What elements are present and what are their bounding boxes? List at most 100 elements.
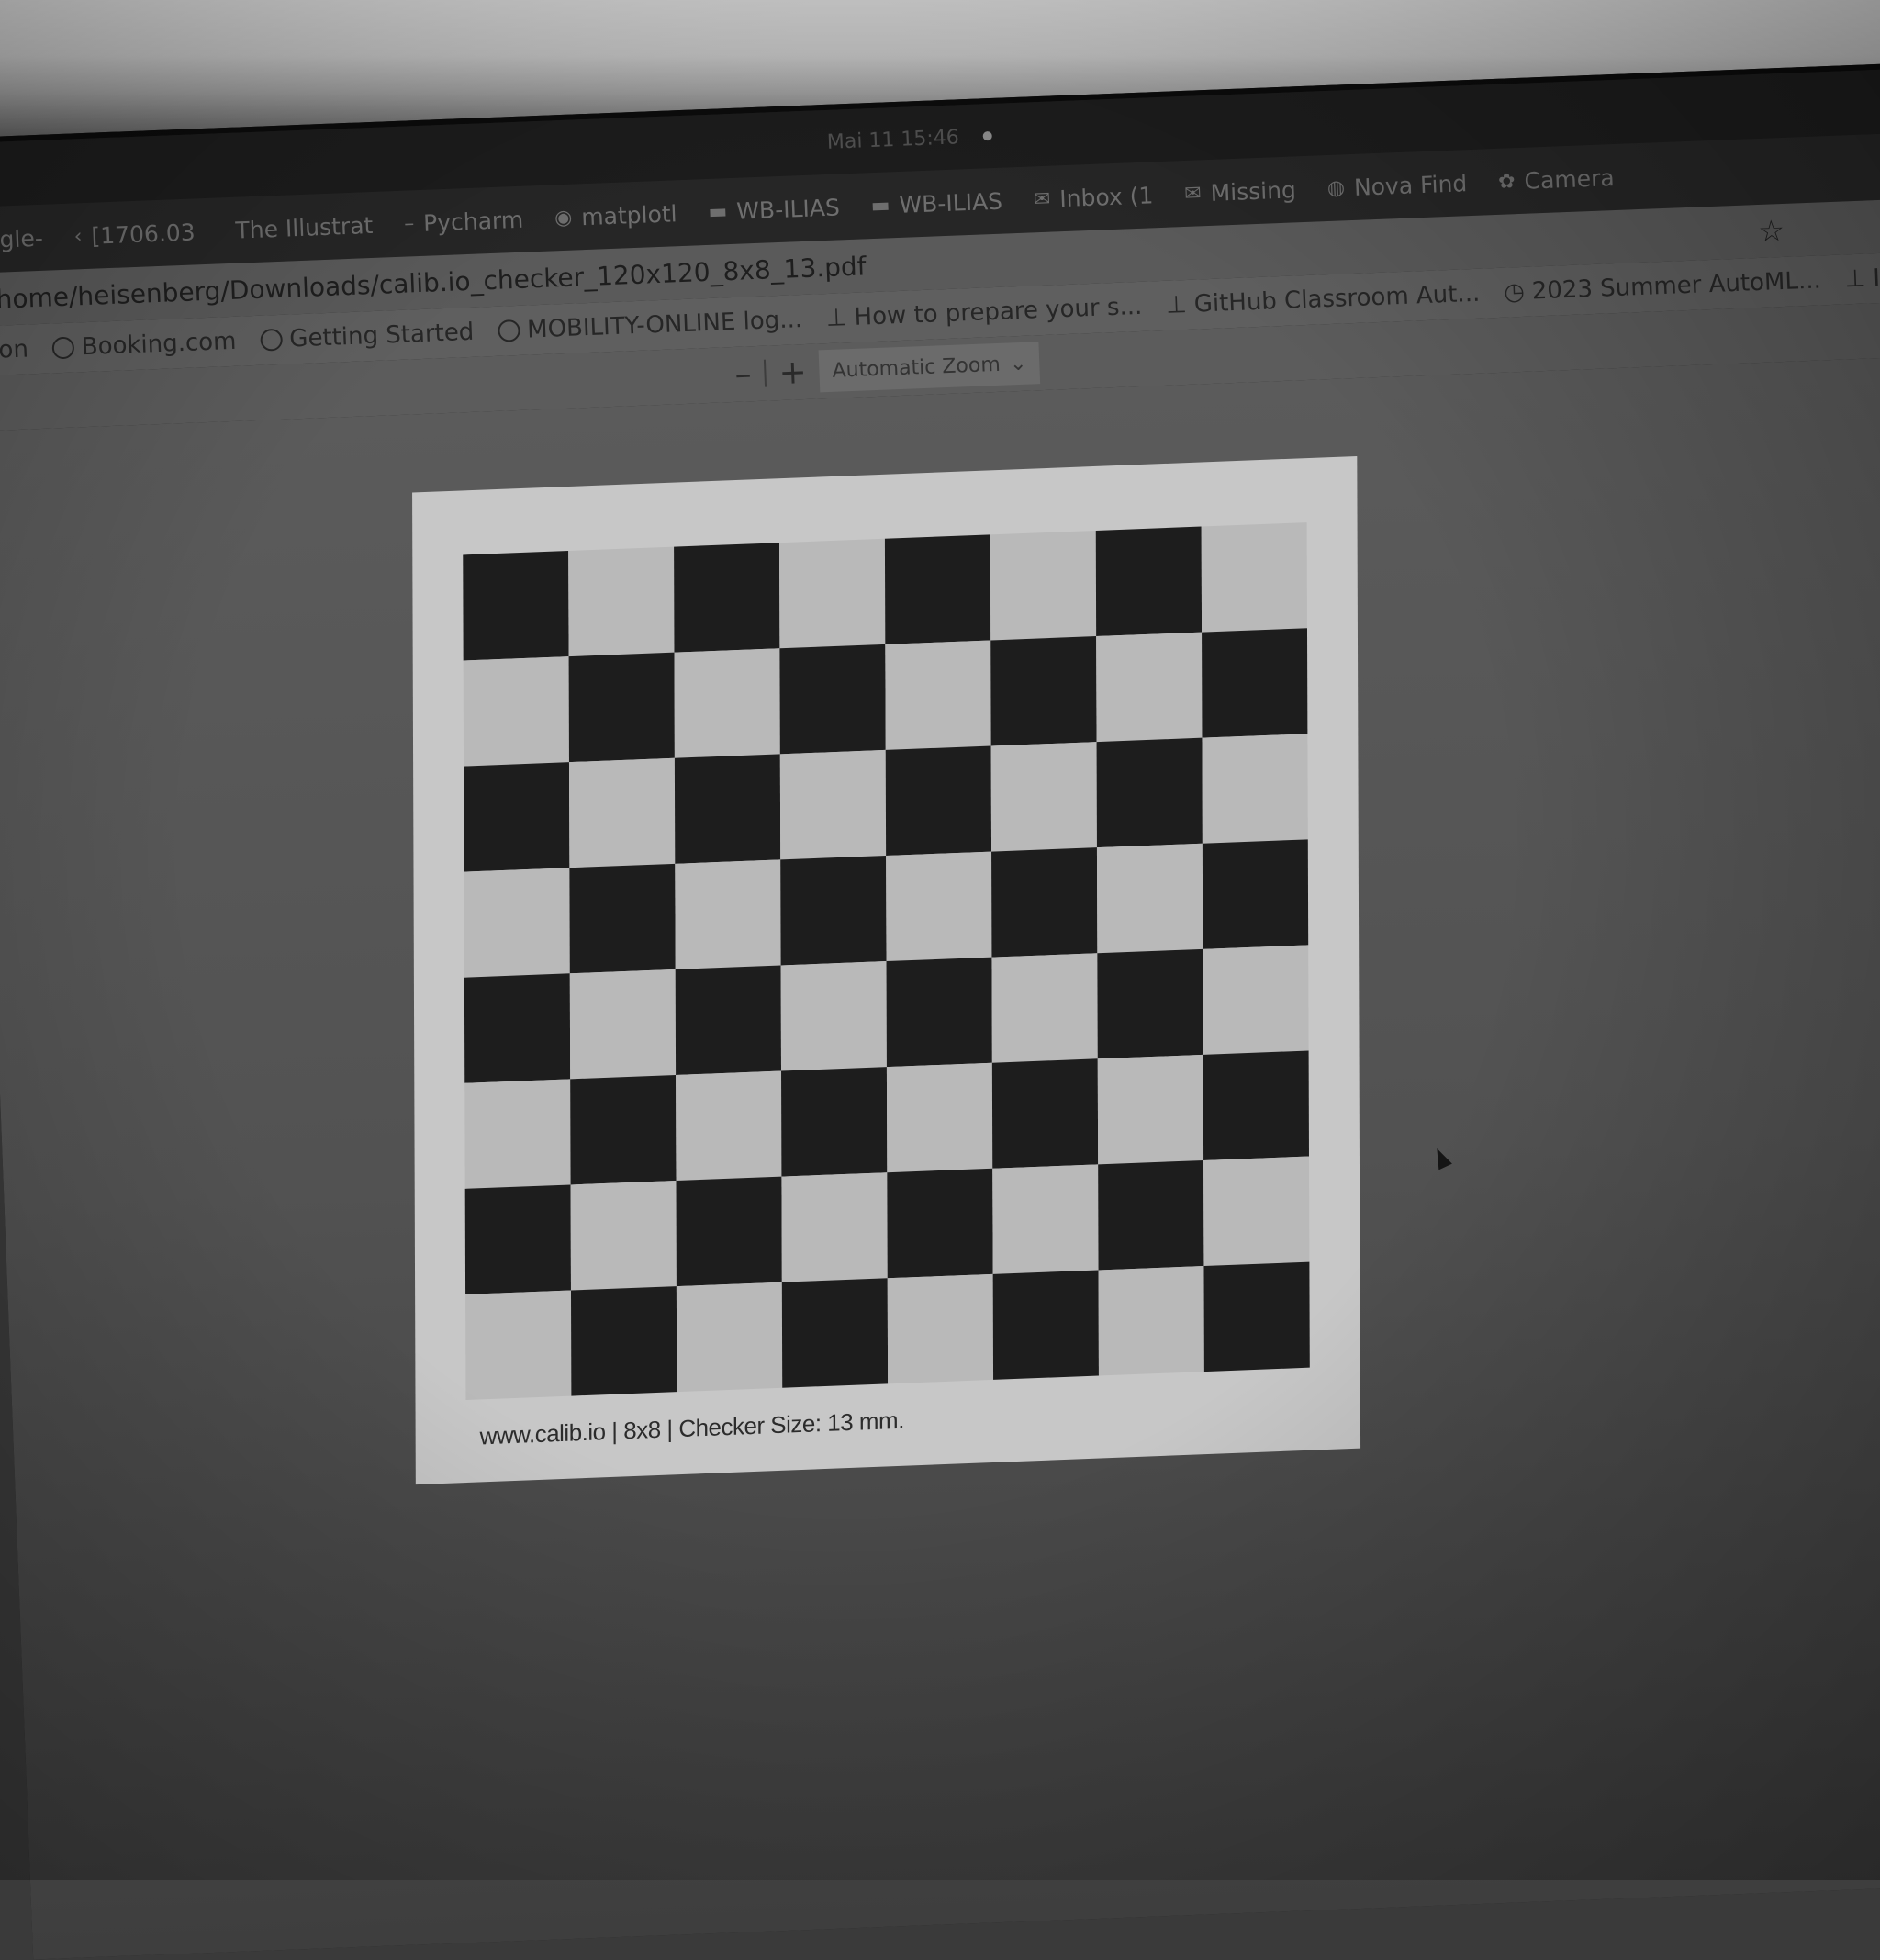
checker-square-dark: [674, 754, 781, 864]
checker-square-light: [781, 1172, 888, 1282]
checker-square-light: [990, 742, 1097, 852]
checker-square-light: [569, 969, 677, 1080]
tab-item[interactable]: ▬ WB-ILIAS: [870, 187, 1002, 218]
checker-square-dark: [464, 973, 571, 1083]
bookmark-item[interactable]: Booking.com: [51, 328, 237, 363]
clock[interactable]: Mai 11 15:46: [826, 126, 959, 154]
tab-item[interactable]: ◍ Nova Find: [1326, 170, 1467, 202]
tab-item[interactable]: ogle-: [0, 224, 43, 253]
checker-square-dark: [884, 534, 991, 644]
bookmark-item[interactable]: ⊥ Informatio: [1844, 260, 1880, 293]
checker-square-light: [676, 1282, 783, 1393]
checker-square-light: [464, 1079, 571, 1189]
checker-square-light: [1202, 734, 1308, 844]
checker-square-dark: [1097, 948, 1203, 1059]
tab-item[interactable]: ✉ Missing: [1184, 176, 1297, 207]
notification-dot: [982, 130, 992, 141]
checker-square-light: [568, 757, 676, 868]
checker-square-dark: [991, 1058, 1099, 1169]
toolbar-separator: [763, 359, 767, 387]
bookmark-label: Getting Started: [288, 318, 475, 353]
zoom-in-button[interactable]: +: [778, 353, 808, 391]
chevron-down-icon: ⌄: [1009, 352, 1027, 375]
checker-square-light: [464, 868, 570, 978]
checker-square-light: [676, 1070, 782, 1182]
tab-item[interactable]: ‹ [1706.03: [73, 218, 196, 250]
checker-square-dark: [464, 1184, 571, 1294]
bookmark-item[interactable]: ⊥ GitHub Classroom Aut...: [1166, 280, 1481, 319]
tab-icon: ◉: [554, 206, 573, 230]
checker-square-dark: [1203, 1050, 1309, 1160]
bookmark-icon: ⊥: [1844, 264, 1866, 294]
bookmark-icon: ⊥: [825, 304, 848, 333]
tab-icon: ▬: [870, 193, 890, 218]
bookmark-label: 2023 Summer AutoML...: [1531, 266, 1822, 306]
globe-icon: [497, 319, 520, 342]
checker-square-dark: [674, 543, 780, 653]
tab-label: WB-ILIAS: [898, 187, 1003, 218]
checker-square-light: [674, 648, 780, 758]
zoom-out-button[interactable]: –: [734, 355, 753, 394]
clock-icon: ◷: [1503, 277, 1526, 307]
bookmark-item[interactable]: MOBILITY-ONLINE log...: [497, 306, 803, 345]
checker-square-light: [887, 1273, 994, 1384]
checkerboard: [463, 522, 1310, 1400]
checker-square-dark: [780, 855, 887, 966]
checker-square-dark: [1202, 628, 1308, 738]
tab-label: Nova Find: [1353, 169, 1468, 201]
bookmark-item[interactable]: Getting Started: [259, 318, 475, 354]
checker-square-dark: [676, 1176, 782, 1287]
checker-square-light: [992, 1164, 1099, 1274]
star-bookmark-icon[interactable]: ☆: [1758, 212, 1796, 249]
globe-icon: [51, 336, 75, 360]
tab-item[interactable]: ✉ Inbox (1: [1033, 182, 1153, 213]
checker-square-dark: [568, 652, 675, 763]
checker-square-light: [885, 640, 991, 750]
checker-square-dark: [990, 636, 1097, 746]
tab-label: The Illustrat: [234, 211, 374, 244]
tab-item[interactable]: The Illustrat: [226, 211, 374, 243]
checker-square-dark: [570, 1286, 677, 1396]
laptop-screen: Mai 11 15:46 ogle- ‹ [1706.03 The Illustr…: [0, 62, 1880, 1960]
checker-square-dark: [569, 863, 676, 974]
checker-square-dark: [570, 1074, 677, 1185]
bookmark-item[interactable]: azon: [0, 335, 28, 364]
tab-label: Camera: [1524, 163, 1616, 195]
bookmark-item[interactable]: ◷ 2023 Summer AutoML...: [1504, 266, 1822, 306]
checker-square-light: [1203, 1156, 1310, 1267]
tab-label: WB-ILIAS: [735, 193, 841, 225]
checker-square-light: [779, 749, 887, 860]
tab-item[interactable]: ◉ matplotl: [554, 200, 677, 231]
checker-square-dark: [991, 847, 1098, 958]
checker-square-dark: [781, 1278, 889, 1388]
tab-icon: ◍: [1326, 175, 1346, 200]
tab-item[interactable]: – Pycharm: [404, 206, 524, 237]
bookmark-label: GitHub Classroom Aut...: [1193, 279, 1481, 319]
bookmark-label: Booking.com: [81, 327, 237, 362]
tab-icon: ✿: [1497, 169, 1516, 194]
mail-icon: ✉: [1183, 181, 1203, 206]
checker-square-dark: [1096, 737, 1203, 848]
pdf-viewer-area[interactable]: www.calib.io | 8x8 | Checker Size: 13 mm…: [0, 355, 1880, 1960]
checker-square-light: [886, 1062, 993, 1173]
checker-square-light: [463, 656, 569, 767]
mail-icon: ✉: [1033, 187, 1051, 211]
bookmark-icon: ⊥: [1165, 290, 1188, 319]
checker-square-light: [1203, 945, 1309, 1055]
checker-square-dark: [1095, 526, 1203, 637]
checker-square-dark: [675, 965, 782, 1075]
tab-item[interactable]: ✿ Camera: [1497, 163, 1616, 195]
checker-square-light: [1201, 522, 1307, 633]
bookmark-item[interactable]: ⊥ How to prepare your s...: [825, 293, 1142, 332]
checker-square-dark: [1098, 1159, 1204, 1271]
checker-square-dark: [1203, 1261, 1310, 1372]
checker-square-dark: [887, 1168, 993, 1279]
checker-square-light: [675, 859, 781, 969]
checker-square-dark: [885, 745, 992, 856]
checker-square-light: [991, 953, 1098, 1063]
tab-item[interactable]: ▬ WB-ILIAS: [708, 194, 840, 225]
tab-label: Inbox (1: [1058, 181, 1154, 212]
zoom-select[interactable]: Automatic Zoom ⌄: [818, 342, 1041, 393]
checker-square-light: [1096, 632, 1203, 743]
checker-square-dark: [886, 957, 992, 1068]
